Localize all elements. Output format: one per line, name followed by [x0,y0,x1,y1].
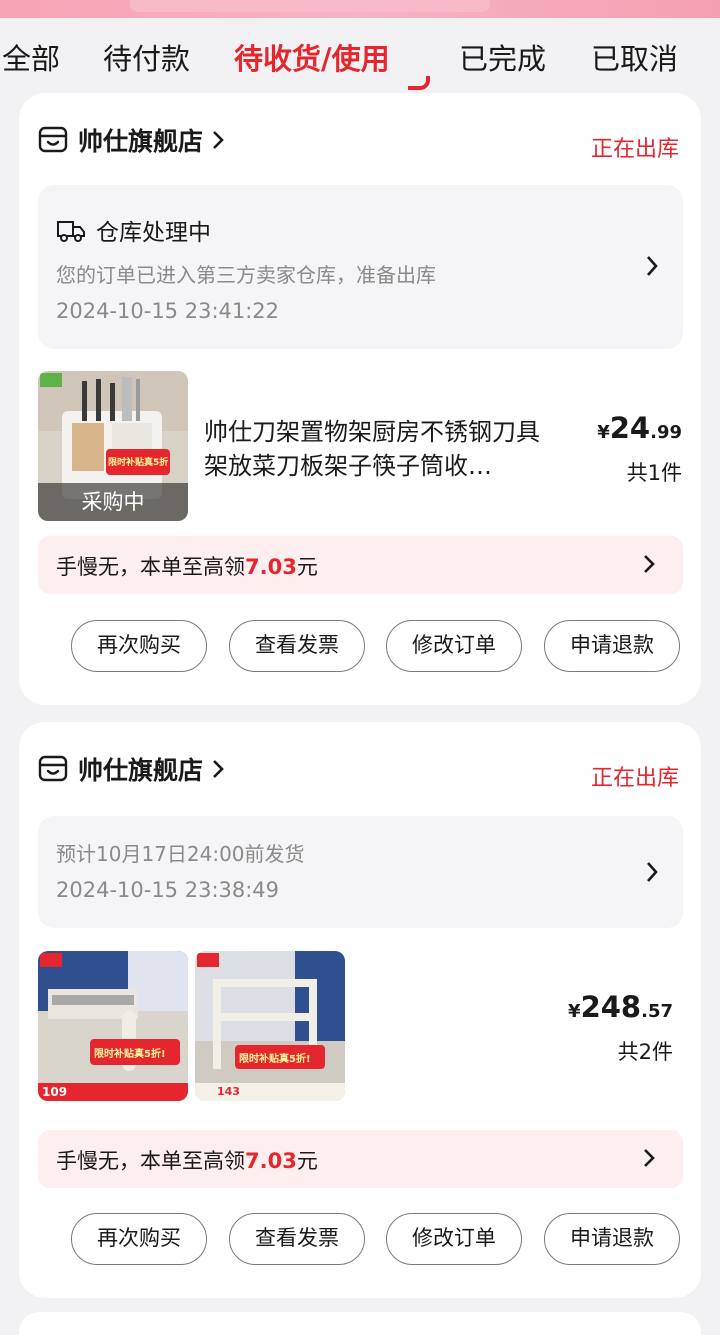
promo-amount: 7.03 [245,555,297,579]
order-card [19,1312,701,1335]
chevron-right-icon [647,256,658,276]
buy-again-button[interactable]: 再次购买 [71,1213,207,1265]
shop-name: 帅仕旗舰店 [78,127,204,156]
buy-again-button[interactable]: 再次购买 [71,620,207,672]
top-banner-inner [130,0,490,12]
price-integer: 24 [609,411,651,445]
order-price: ¥248.57 [568,990,673,1024]
modify-order-button[interactable]: 修改订单 [386,1213,522,1265]
logistics-title: 仓库处理中 [56,213,211,247]
view-invoice-button[interactable]: 查看发票 [229,1213,365,1265]
promo-banner[interactable]: 手慢无，本单至高领7.03元 [38,1130,683,1188]
promo-text: 手慢无，本单至高领7.03元 [56,551,318,581]
order-status-tabs: 全部 待付款 待收货/使用 已完成 已取消 [0,18,720,90]
promo-prefix: 手慢无，本单至高领 [56,1149,245,1173]
logistics-description: 您的订单已进入第三方卖家仓库，准备出库 [56,263,436,287]
tab-pending-receipt[interactable]: 待收货/使用 [234,36,390,78]
product-thumbnail[interactable]: 限时补贴真5折! 143 [195,951,345,1101]
promo-suffix: 元 [296,555,318,579]
view-invoice-button[interactable]: 查看发票 [229,620,365,672]
chevron-right-icon [647,862,658,882]
modify-order-button[interactable]: 修改订单 [386,620,522,672]
tab-completed[interactable]: 已完成 [459,36,546,78]
dish-rack-product-image [38,951,188,1101]
chevron-right-icon [213,131,224,149]
logistics-title-text: 仓库处理中 [96,220,211,246]
request-refund-button[interactable]: 申请退款 [544,620,680,672]
thumb-promo-text: 限时补贴真5折! [239,1054,311,1065]
thumb-promo-text: 限时补贴真5折! [108,458,168,468]
chevron-right-icon [644,1149,655,1167]
price-symbol: ¥ [568,1001,581,1022]
item-count: 共1件 [626,461,682,485]
logistics-time: 2024-10-15 23:41:22 [56,299,280,323]
chevron-right-icon [213,760,224,778]
shop-link[interactable]: 帅仕旗舰店 [38,752,225,786]
promo-text: 手慢无，本单至高领7.03元 [56,1145,318,1175]
shop-name: 帅仕旗舰店 [78,756,204,785]
logistics-panel[interactable]: 预计10月17日24:00前发货 2024-10-15 23:38:49 [38,816,683,928]
tab-pending-payment[interactable]: 待付款 [103,36,190,78]
dish-rack-product-image [195,951,345,1101]
logistics-time: 2024-10-15 23:38:49 [56,878,280,902]
order-card: 帅仕旗舰店 正在出库 预计10月17日24:00前发货 2024-10-15 2… [19,722,701,1298]
price-decimal: .99 [650,422,682,443]
thumb-promo-text: 限时补贴真5折! [94,1049,166,1060]
chevron-right-icon [644,555,655,573]
promo-prefix: 手慢无，本单至高领 [56,555,245,579]
promo-suffix: 元 [296,1149,318,1173]
active-tab-indicator [408,76,430,90]
thumb-price-tag: 109 [42,1085,68,1099]
item-count: 共2件 [617,1040,673,1064]
order-status: 正在出库 [590,766,679,791]
store-icon [38,755,68,782]
tab-cancelled[interactable]: 已取消 [591,36,678,78]
logistics-panel[interactable]: 仓库处理中 您的订单已进入第三方卖家仓库，准备出库 2024-10-15 23:… [38,185,683,349]
order-card: 帅仕旗舰店 正在出库 仓库处理中 您的订单已进入第三方卖家仓库，准备出库 202… [19,93,701,705]
shop-link[interactable]: 帅仕旗舰店 [38,123,225,157]
product-thumbnail[interactable]: 限时补贴真5折! 采购中 [38,371,188,521]
order-status: 正在出库 [590,137,679,162]
thumb-price-tag: 143 [217,1085,240,1098]
price-symbol: ¥ [597,422,610,443]
product-title[interactable]: 帅仕刀架置物架厨房不锈钢刀具架放菜刀板架子筷子筒收… [204,415,554,483]
truck-icon [57,221,85,242]
thumb-status-badge: 采购中 [38,483,188,521]
tab-all[interactable]: 全部 [2,36,60,78]
product-thumbnail[interactable]: 限时补贴真5折! 109 [38,951,188,1101]
request-refund-button[interactable]: 申请退款 [544,1213,680,1265]
price-decimal: .57 [641,1001,673,1022]
top-banner-strip [0,0,720,18]
store-icon [38,126,68,153]
order-price: ¥24.99 [597,411,682,445]
promo-banner[interactable]: 手慢无，本单至高领7.03元 [38,536,683,594]
logistics-description: 预计10月17日24:00前发货 [56,842,305,866]
promo-amount: 7.03 [245,1149,297,1173]
price-integer: 248 [580,990,642,1024]
